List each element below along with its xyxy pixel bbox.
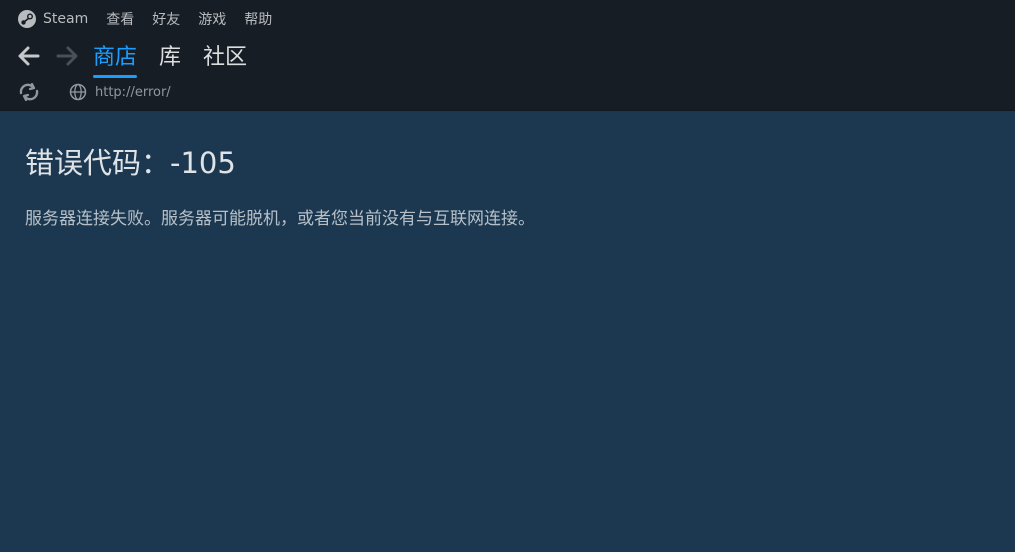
arrow-right-icon xyxy=(56,46,78,66)
error-content: 错误代码：-105 服务器连接失败。服务器可能脱机，或者您当前没有与互联网连接。 xyxy=(25,140,535,229)
forward-button[interactable] xyxy=(55,44,79,68)
menu-games[interactable]: 游戏 xyxy=(198,9,226,29)
menubar: Steam 查看 好友 游戏 帮助 xyxy=(17,8,290,30)
header-bar: Steam 查看 好友 游戏 帮助 商店 库 社区 http://error/ xyxy=(0,0,1015,110)
arrow-left-icon xyxy=(18,46,40,66)
steam-window: Steam 查看 好友 游戏 帮助 商店 库 社区 http://error/ … xyxy=(0,0,1015,552)
back-button[interactable] xyxy=(17,44,41,68)
tab-store[interactable]: 商店 xyxy=(93,39,138,78)
reload-icon xyxy=(19,83,39,101)
globe-icon xyxy=(69,83,87,101)
menu-view[interactable]: 查看 xyxy=(106,9,134,29)
address-url[interactable]: http://error/ xyxy=(95,85,171,100)
steam-logo-icon xyxy=(18,10,36,28)
error-message: 服务器连接失败。服务器可能脱机，或者您当前没有与互联网连接。 xyxy=(25,209,535,229)
error-title: 错误代码：-105 xyxy=(25,146,236,180)
address-row: http://error/ xyxy=(17,82,171,102)
menu-help[interactable]: 帮助 xyxy=(244,9,272,29)
menu-steam[interactable]: Steam xyxy=(17,9,88,29)
menu-friends[interactable]: 好友 xyxy=(152,9,180,29)
tab-community[interactable]: 社区 xyxy=(203,39,247,73)
reload-button[interactable] xyxy=(17,82,41,102)
menu-steam-label: Steam xyxy=(43,11,89,27)
tab-library[interactable]: 库 xyxy=(159,39,181,73)
nav-row: 商店 库 社区 xyxy=(17,38,269,78)
